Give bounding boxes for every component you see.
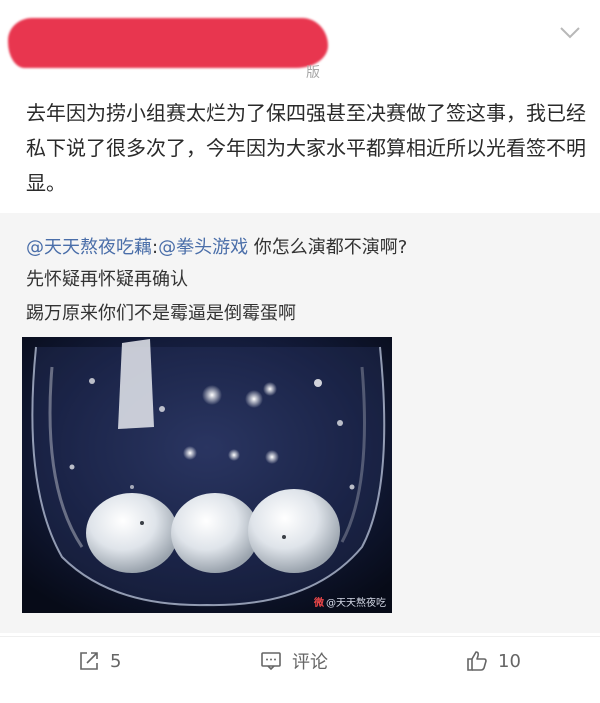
like-button[interactable]: 10 [466,647,521,675]
retweet-text-line: 踢万原来你们不是霉逼是倒霉蛋啊 [26,303,296,324]
post-text: 去年因为捞小组赛太烂为了保四强甚至决赛做了签这事，我已经私下说了很多次了，今年因… [26,101,586,195]
retweet-first-line: @天天熬夜吃藕:@拳头游戏 你怎么演都不演啊? [26,233,407,259]
share-icon [80,652,98,670]
retweet-image[interactable]: 微 @天天熬夜吃 [22,337,392,613]
weibo-post: 版 去年因为捞小组赛太烂为了保四强甚至决赛做了签这事，我已经私下说了很多次了，今… [0,0,600,703]
comment-label: 评论 [292,652,328,673]
watermark-text: @天天熬夜吃 [326,598,386,609]
thumbs-up-icon [467,651,487,671]
post-header: 版 [0,0,600,92]
retweet-text: 你怎么演都不演啊? [248,237,408,258]
comment-icon [261,652,281,671]
retweeted-post[interactable]: @天天熬夜吃藕:@拳头游戏 你怎么演都不演啊? 先怀疑再怀疑再确认 踢万原来你们… [0,213,600,633]
mention-link[interactable]: @拳头游戏 [158,237,248,258]
comment-button[interactable]: 评论 [260,647,328,675]
image-watermark: 微 @天天熬夜吃 [314,594,386,609]
like-count: 10 [498,650,521,672]
retweet-text-line: 先怀疑再怀疑再确认 [26,269,188,290]
draw-bowl-photo [22,337,392,613]
mention-link[interactable]: @天天熬夜吃藕 [26,237,152,258]
post-source-suffix: 版 [306,65,320,81]
chevron-down-icon[interactable] [558,24,582,42]
post-action-bar: 5 评论 10 [0,636,600,685]
redacted-author-info [8,18,328,68]
weibo-logo-icon: 微 [314,598,324,609]
repost-count: 5 [110,650,122,672]
repost-button[interactable]: 5 [78,647,121,675]
